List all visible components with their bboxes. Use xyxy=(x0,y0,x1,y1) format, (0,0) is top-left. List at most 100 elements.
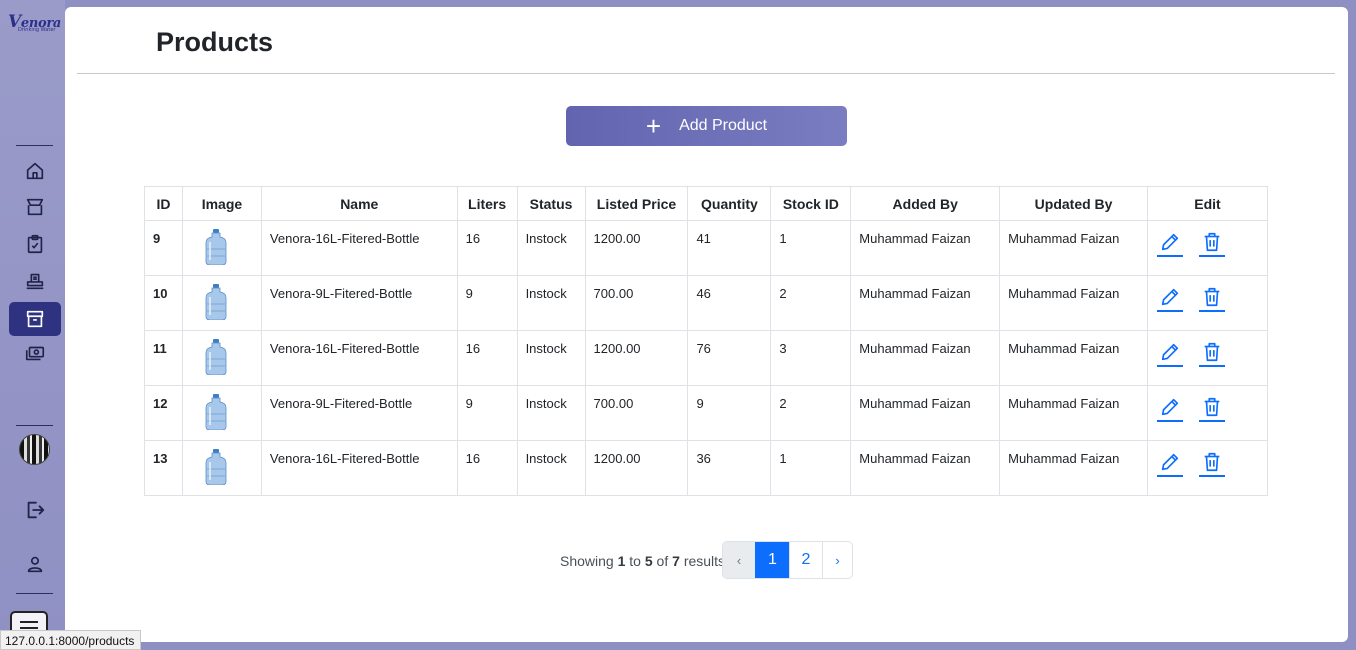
sidebar-item-payments[interactable] xyxy=(9,336,61,370)
cell-stock-id: 1 xyxy=(770,440,852,496)
delete-button[interactable] xyxy=(1198,396,1225,422)
profile-button[interactable] xyxy=(9,547,61,581)
column-header[interactable]: Name xyxy=(260,186,458,221)
cell-added-by: Muhammad Faizan xyxy=(850,440,1001,496)
trash-icon xyxy=(1204,232,1220,252)
plus-icon: + xyxy=(645,111,662,141)
table-row: 9 Venora-16L-Fitered-Bottle 16 Instock 1200.… xyxy=(144,220,1269,276)
table-body: 9 Venora-16L-Fitered-Bottle 16 Instock 1200.… xyxy=(144,220,1269,496)
table-row: 13 Venora-16L-Fitered-Bottle 16 Instock 1200… xyxy=(144,440,1269,496)
row-actions xyxy=(1146,385,1269,441)
sidebar-item-products[interactable] xyxy=(9,302,61,336)
cell-added-by: Muhammad Faizan xyxy=(850,220,1001,276)
brand-logo[interactable]: Venora Drinking Water xyxy=(8,12,61,38)
cell-status: Instock xyxy=(516,440,586,496)
cell-updated-by: Muhammad Faizan xyxy=(999,220,1148,276)
column-header[interactable]: Quantity xyxy=(687,186,772,221)
cell-added-by: Muhammad Faizan xyxy=(850,330,1001,386)
sidebar-item-home[interactable] xyxy=(9,154,61,188)
water-bottle-image xyxy=(205,339,227,375)
product-image-cell xyxy=(181,440,262,496)
page-title: Products xyxy=(156,27,274,57)
edit-button[interactable] xyxy=(1156,286,1183,312)
archive-box-icon xyxy=(26,310,44,328)
cell-price: 700.00 xyxy=(584,385,689,441)
water-bottle-image xyxy=(205,284,227,320)
pagination-next-button[interactable]: › xyxy=(822,542,852,578)
column-header[interactable]: Status xyxy=(516,186,586,221)
edit-button[interactable] xyxy=(1156,451,1183,477)
avatar[interactable] xyxy=(19,434,50,465)
logout-icon xyxy=(27,501,45,519)
delete-button[interactable] xyxy=(1198,451,1225,477)
pencil-icon xyxy=(1161,398,1179,416)
row-actions xyxy=(1146,330,1269,386)
cell-liters: 9 xyxy=(456,275,518,331)
cell-price: 1200.00 xyxy=(584,220,689,276)
sidebar-item-orders[interactable] xyxy=(9,227,61,261)
cell-status: Instock xyxy=(516,275,586,331)
trash-icon xyxy=(1204,397,1220,417)
pagination-prev-button[interactable]: ‹ xyxy=(723,542,755,578)
column-header[interactable]: Updated By xyxy=(999,186,1148,221)
cell-id: 12 xyxy=(144,385,183,441)
column-header: Edit xyxy=(1146,186,1269,221)
status-bar-url: 127.0.0.1:8000/products xyxy=(0,630,142,650)
table-row: 12 Venora-9L-Fitered-Bottle 9 Instock 700.00… xyxy=(144,385,1269,441)
cell-status: Instock xyxy=(516,220,586,276)
cell-name: Venora-16L-Fitered-Bottle xyxy=(260,220,458,276)
product-image-cell xyxy=(181,220,262,276)
row-actions xyxy=(1146,220,1269,276)
cell-price: 1200.00 xyxy=(584,330,689,386)
cell-updated-by: Muhammad Faizan xyxy=(999,440,1148,496)
product-image-cell xyxy=(181,330,262,386)
edit-button[interactable] xyxy=(1156,341,1183,367)
row-actions xyxy=(1146,440,1269,496)
cell-name: Venora-9L-Fitered-Bottle xyxy=(260,385,458,441)
sidebar-item-inventory[interactable] xyxy=(9,264,61,298)
pagination-page-2[interactable]: 2 xyxy=(789,542,822,578)
column-header[interactable]: Added By xyxy=(850,186,1001,221)
clipboard-check-icon xyxy=(27,234,43,254)
column-header[interactable]: Stock ID xyxy=(770,186,852,221)
add-product-button[interactable]: + Add Product xyxy=(566,106,847,146)
cell-added-by: Muhammad Faizan xyxy=(850,275,1001,331)
cell-quantity: 36 xyxy=(687,440,772,496)
water-bottle-image xyxy=(205,394,227,430)
cell-id: 13 xyxy=(144,440,183,496)
sidebar: Venora Drinking Water xyxy=(0,0,65,650)
cell-status: Instock xyxy=(516,330,586,386)
edit-button[interactable] xyxy=(1156,396,1183,422)
delete-button[interactable] xyxy=(1198,341,1225,367)
brand-tagline: Drinking Water xyxy=(18,27,56,33)
cell-updated-by: Muhammad Faizan xyxy=(999,275,1148,331)
sidebar-item-shop[interactable] xyxy=(9,190,61,224)
cell-name: Venora-16L-Fitered-Bottle xyxy=(260,440,458,496)
logout-button[interactable] xyxy=(9,493,61,527)
cell-stock-id: 2 xyxy=(770,385,852,441)
delete-button[interactable] xyxy=(1198,286,1225,312)
trash-icon xyxy=(1204,342,1220,362)
cell-name: Venora-9L-Fitered-Bottle xyxy=(260,275,458,331)
cell-stock-id: 1 xyxy=(770,220,852,276)
user-icon xyxy=(27,556,43,573)
column-header[interactable]: ID xyxy=(144,186,183,221)
shop-icon xyxy=(26,198,44,216)
column-header[interactable]: Liters xyxy=(456,186,518,221)
cell-stock-id: 2 xyxy=(770,275,852,331)
column-header[interactable]: Image xyxy=(181,186,262,221)
pagination-page-1[interactable]: 1 xyxy=(755,542,789,578)
cell-price: 1200.00 xyxy=(584,440,689,496)
column-header[interactable]: Listed Price xyxy=(584,186,689,221)
product-image-cell xyxy=(181,275,262,331)
delete-button[interactable] xyxy=(1198,231,1225,257)
pencil-icon xyxy=(1161,453,1179,471)
cell-id: 11 xyxy=(144,330,183,386)
edit-button[interactable] xyxy=(1156,231,1183,257)
sidebar-divider xyxy=(16,425,53,426)
cell-liters: 16 xyxy=(456,440,518,496)
cell-quantity: 9 xyxy=(687,385,772,441)
menu-icon xyxy=(20,621,38,623)
cell-liters: 9 xyxy=(456,385,518,441)
money-icon xyxy=(25,346,45,361)
